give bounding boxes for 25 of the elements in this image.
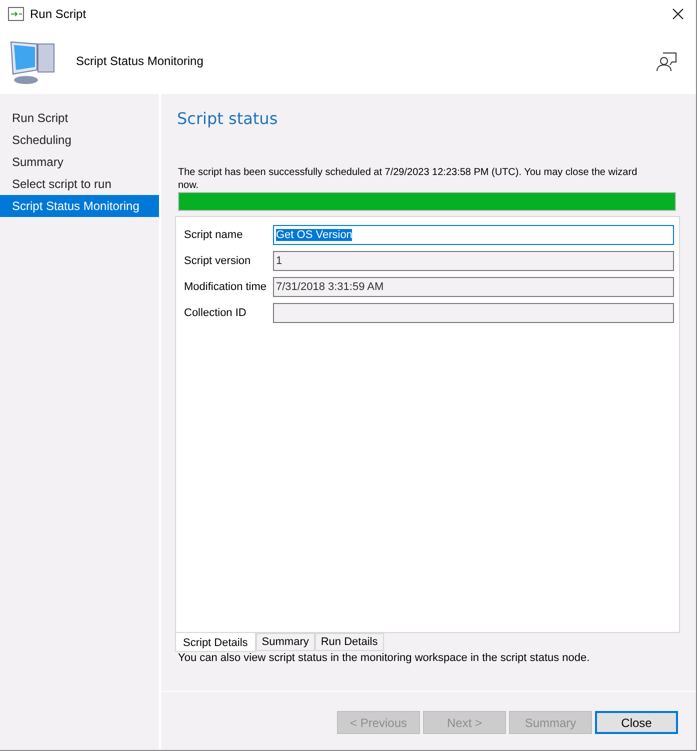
info-note: You can also view script status in the monitoring workspace in the script status node. xyxy=(178,652,591,664)
input-field[interactable] xyxy=(273,303,674,323)
close-icon[interactable] xyxy=(672,8,684,20)
field-label: Modification time xyxy=(184,281,268,293)
feedback-icon[interactable] xyxy=(656,50,678,72)
step-item[interactable]: Scheduling xyxy=(0,129,159,151)
page-header: Script Status Monitoring xyxy=(76,54,204,68)
input-field[interactable]: 1 xyxy=(273,251,674,271)
field-label: Script name xyxy=(184,229,244,241)
field-label: Script version xyxy=(184,255,252,267)
input-field[interactable]: 7/31/2018 3:31:59 AM xyxy=(273,277,674,297)
step-item[interactable]: Script Status Monitoring xyxy=(0,195,159,217)
step-item[interactable]: Select script to run xyxy=(0,173,159,195)
window-title: Run Script xyxy=(30,7,88,21)
step-item[interactable]: Run Script xyxy=(0,107,159,129)
tab[interactable]: Run Details xyxy=(314,633,384,651)
window-icon xyxy=(8,7,24,21)
tab[interactable]: Script Details xyxy=(175,633,256,652)
step-item[interactable]: Summary xyxy=(0,151,159,173)
input-field[interactable]: Get OS Version xyxy=(273,225,674,245)
page-title: Script status xyxy=(177,109,279,128)
wizard-button[interactable]: Close xyxy=(595,711,678,734)
status-message: The script has been successfully scheduled at 7/29/2023 12:23:58 PM (UTC). You may close the wizard now. xyxy=(178,166,638,192)
field-label: Collection ID xyxy=(184,307,248,319)
tab[interactable]: Summary xyxy=(256,633,315,651)
